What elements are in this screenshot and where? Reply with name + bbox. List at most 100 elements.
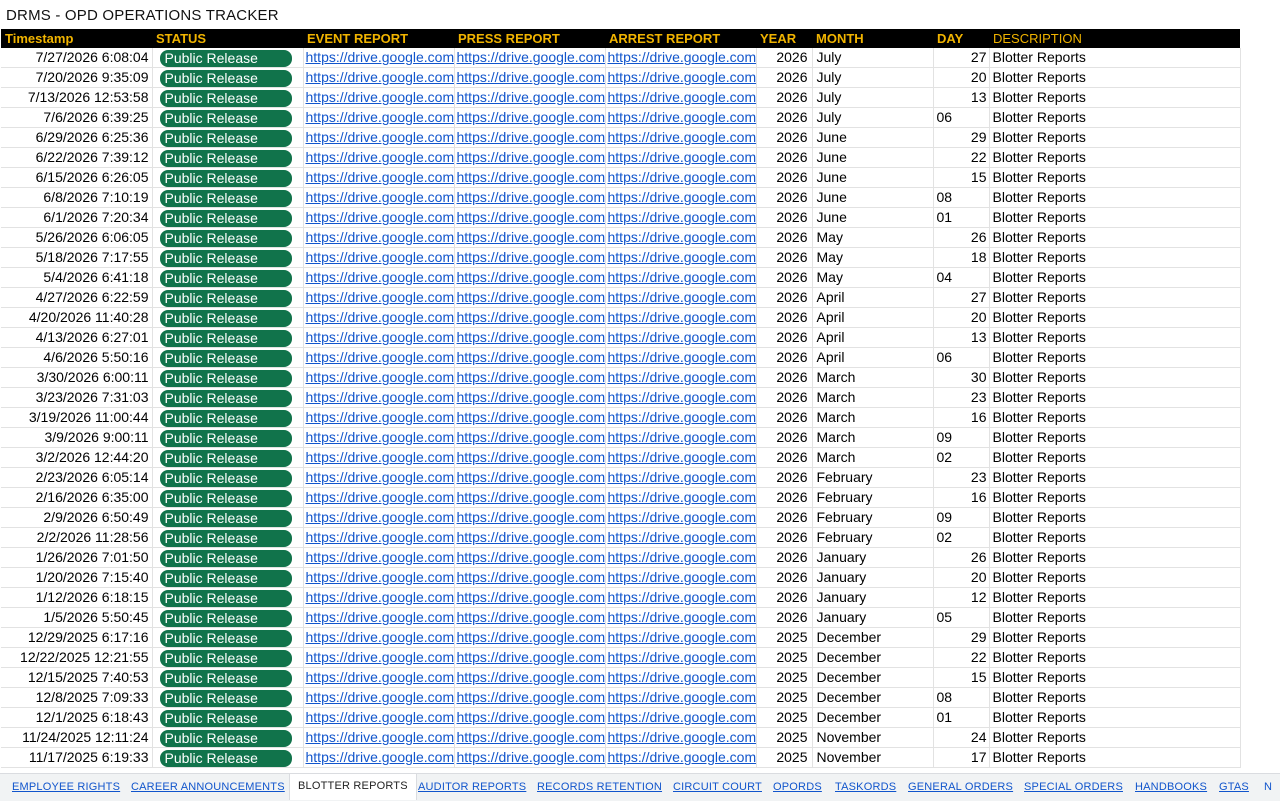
year-cell[interactable]: 2026 <box>756 67 813 88</box>
status-cell[interactable]: Public Release <box>152 527 304 548</box>
event-report-link[interactable]: https://drive.google.com <box>306 569 454 585</box>
description-cell[interactable]: Blotter Reports <box>989 687 1241 708</box>
press-report-cell[interactable]: https://drive.google.com <box>454 267 606 288</box>
press-report-link[interactable]: https://drive.google.com <box>457 669 605 685</box>
press-report-cell[interactable]: https://drive.google.com <box>454 647 606 668</box>
event-report-link[interactable]: https://drive.google.com <box>306 589 454 605</box>
arrest-report-link[interactable]: https://drive.google.com <box>608 489 756 505</box>
status-cell[interactable]: Public Release <box>152 647 304 668</box>
timestamp-cell[interactable]: 6/15/2026 6:26:05 <box>1 167 153 188</box>
status-badge[interactable]: Public Release <box>159 49 292 67</box>
year-cell[interactable]: 2026 <box>756 187 813 208</box>
month-cell[interactable]: December <box>812 687 934 708</box>
arrest-report-cell[interactable]: https://drive.google.com <box>605 747 757 768</box>
event-report-link[interactable]: https://drive.google.com <box>306 129 454 145</box>
year-cell[interactable]: 2026 <box>756 367 813 388</box>
day-cell[interactable]: 13 <box>933 87 990 108</box>
status-cell[interactable]: Public Release <box>152 727 304 748</box>
day-cell[interactable]: 26 <box>933 547 990 568</box>
press-report-cell[interactable]: https://drive.google.com <box>454 48 606 68</box>
status-cell[interactable]: Public Release <box>152 227 304 248</box>
year-cell[interactable]: 2026 <box>756 127 813 148</box>
status-cell[interactable]: Public Release <box>152 107 304 128</box>
timestamp-cell[interactable]: 6/29/2026 6:25:36 <box>1 127 153 148</box>
event-report-link[interactable]: https://drive.google.com <box>306 629 454 645</box>
status-badge[interactable]: Public Release <box>159 469 292 487</box>
day-cell[interactable]: 13 <box>933 327 990 348</box>
event-report-cell[interactable]: https://drive.google.com <box>303 327 455 348</box>
day-cell[interactable]: 29 <box>933 627 990 648</box>
arrest-report-link[interactable]: https://drive.google.com <box>608 329 756 345</box>
day-cell[interactable]: 01 <box>933 207 990 228</box>
arrest-report-cell[interactable]: https://drive.google.com <box>605 627 757 648</box>
sheet-tab-overflow[interactable]: N <box>1264 774 1272 800</box>
timestamp-cell[interactable]: 11/24/2025 12:11:24 <box>1 727 153 748</box>
month-cell[interactable]: July <box>812 87 934 108</box>
timestamp-cell[interactable]: 7/13/2026 12:53:58 <box>1 87 153 108</box>
press-report-cell[interactable]: https://drive.google.com <box>454 327 606 348</box>
arrest-report-link[interactable]: https://drive.google.com <box>608 689 756 705</box>
description-cell[interactable]: Blotter Reports <box>989 147 1241 168</box>
arrest-report-link[interactable]: https://drive.google.com <box>608 569 756 585</box>
month-cell[interactable]: December <box>812 647 934 668</box>
year-cell[interactable]: 2026 <box>756 307 813 328</box>
event-report-cell[interactable]: https://drive.google.com <box>303 707 455 728</box>
month-cell[interactable]: April <box>812 287 934 308</box>
press-report-link[interactable]: https://drive.google.com <box>457 569 605 585</box>
event-report-link[interactable]: https://drive.google.com <box>306 549 454 565</box>
arrest-report-link[interactable]: https://drive.google.com <box>608 89 756 105</box>
event-report-link[interactable]: https://drive.google.com <box>306 149 454 165</box>
event-report-cell[interactable]: https://drive.google.com <box>303 247 455 268</box>
description-cell[interactable]: Blotter Reports <box>989 247 1241 268</box>
arrest-report-cell[interactable]: https://drive.google.com <box>605 647 757 668</box>
status-cell[interactable]: Public Release <box>152 587 304 608</box>
year-cell[interactable]: 2026 <box>756 147 813 168</box>
status-cell[interactable]: Public Release <box>152 267 304 288</box>
arrest-report-link[interactable]: https://drive.google.com <box>608 669 756 685</box>
day-cell[interactable]: 02 <box>933 527 990 548</box>
arrest-report-cell[interactable]: https://drive.google.com <box>605 687 757 708</box>
press-report-cell[interactable]: https://drive.google.com <box>454 607 606 628</box>
status-cell[interactable]: Public Release <box>152 407 304 428</box>
press-report-link[interactable]: https://drive.google.com <box>457 369 605 385</box>
press-report-cell[interactable]: https://drive.google.com <box>454 567 606 588</box>
day-cell[interactable]: 26 <box>933 227 990 248</box>
press-report-cell[interactable]: https://drive.google.com <box>454 407 606 428</box>
event-report-link[interactable]: https://drive.google.com <box>306 209 454 225</box>
event-report-cell[interactable]: https://drive.google.com <box>303 687 455 708</box>
timestamp-cell[interactable]: 3/19/2026 11:00:44 <box>1 407 153 428</box>
month-cell[interactable]: March <box>812 387 934 408</box>
day-cell[interactable]: 09 <box>933 427 990 448</box>
day-cell[interactable]: 22 <box>933 147 990 168</box>
arrest-report-cell[interactable]: https://drive.google.com <box>605 707 757 728</box>
sheet-tab-gtas[interactable]: GTAS <box>1219 774 1249 800</box>
event-report-cell[interactable]: https://drive.google.com <box>303 447 455 468</box>
arrest-report-link[interactable]: https://drive.google.com <box>608 469 756 485</box>
event-report-cell[interactable]: https://drive.google.com <box>303 427 455 448</box>
status-badge[interactable]: Public Release <box>159 689 292 707</box>
description-cell[interactable]: Blotter Reports <box>989 48 1241 68</box>
event-report-cell[interactable]: https://drive.google.com <box>303 367 455 388</box>
event-report-cell[interactable]: https://drive.google.com <box>303 347 455 368</box>
press-report-cell[interactable]: https://drive.google.com <box>454 527 606 548</box>
description-cell[interactable]: Blotter Reports <box>989 187 1241 208</box>
description-cell[interactable]: Blotter Reports <box>989 627 1241 648</box>
month-cell[interactable]: April <box>812 347 934 368</box>
timestamp-cell[interactable]: 12/15/2025 7:40:53 <box>1 667 153 688</box>
year-cell[interactable]: 2025 <box>756 667 813 688</box>
arrest-report-cell[interactable]: https://drive.google.com <box>605 347 757 368</box>
arrest-report-cell[interactable]: https://drive.google.com <box>605 127 757 148</box>
sheet-tab-general-orders[interactable]: GENERAL ORDERS <box>908 774 1013 800</box>
month-cell[interactable]: July <box>812 67 934 88</box>
timestamp-cell[interactable]: 1/26/2026 7:01:50 <box>1 547 153 568</box>
press-report-link[interactable]: https://drive.google.com <box>457 249 605 265</box>
status-badge[interactable]: Public Release <box>159 189 292 207</box>
col-header-timestamp[interactable]: Timestamp <box>1 29 152 48</box>
description-cell[interactable]: Blotter Reports <box>989 67 1241 88</box>
description-cell[interactable]: Blotter Reports <box>989 727 1241 748</box>
status-cell[interactable]: Public Release <box>152 507 304 528</box>
arrest-report-cell[interactable]: https://drive.google.com <box>605 487 757 508</box>
arrest-report-link[interactable]: https://drive.google.com <box>608 109 756 125</box>
status-badge[interactable]: Public Release <box>159 649 292 667</box>
description-cell[interactable]: Blotter Reports <box>989 447 1241 468</box>
